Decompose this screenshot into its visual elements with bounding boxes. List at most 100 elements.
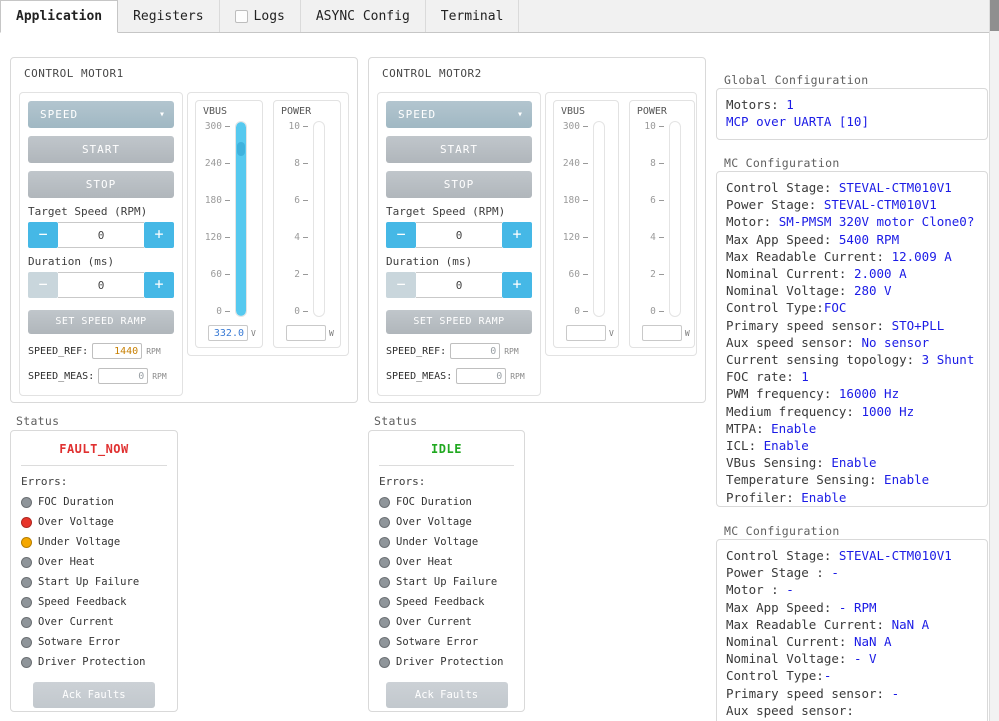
config-label: Nominal Current: <box>726 266 854 282</box>
tab-logs[interactable]: Logs <box>220 0 301 32</box>
error-label: Under Voltage <box>396 536 479 548</box>
plus-button[interactable]: + <box>144 272 174 298</box>
config-line: Control Stage: STEVAL-CTM010V1 <box>726 547 978 564</box>
tick-label: 0 <box>574 306 580 318</box>
set-speed-ramp-button[interactable]: SET SPEED RAMP <box>386 310 532 334</box>
target-speed-input[interactable] <box>58 222 144 248</box>
config-line: Nominal Voltage: - V <box>726 650 978 667</box>
mc-config2-panel: Control Stage: STEVAL-CTM010V1 Power Sta… <box>716 539 988 721</box>
gauge-ticks: 10 8 6 4 2 0 <box>278 121 308 317</box>
error-indicator <box>21 536 32 548</box>
plus-button[interactable]: + <box>502 272 532 298</box>
config-line: Max App Speed: 5400 RPM <box>726 231 978 248</box>
set-speed-ramp-button[interactable]: SET SPEED RAMP <box>28 310 174 334</box>
tab-async-config[interactable]: ASYNC Config <box>301 0 426 32</box>
mode-select[interactable]: SPEED ▾ <box>28 101 174 128</box>
tab-logs-label: Logs <box>253 8 285 24</box>
error-row: Sotware Error <box>379 632 514 652</box>
duration-stepper: − + <box>28 272 174 298</box>
config-line: Aux speed sensor: No sensor <box>726 334 978 351</box>
motor1-gauges: VBUS 300 240 180 120 60 0 332.0 V POWER … <box>187 92 349 356</box>
error-row: FOC Duration <box>21 492 167 512</box>
mcp-link[interactable]: MCP over UARTA [10] <box>726 114 869 129</box>
speed-ref-row: SPEED_REF: 0 RPM <box>386 343 532 359</box>
tab-application[interactable]: Application <box>0 0 119 33</box>
motor2-status-panel: IDLE Errors: FOC Duration Over Voltage U… <box>368 430 525 712</box>
start-button[interactable]: START <box>386 136 532 163</box>
error-row: Start Up Failure <box>21 572 167 592</box>
config-line: Nominal Current: 2.000 A <box>726 265 978 282</box>
error-indicator <box>21 576 32 588</box>
speed-meas-value: 0 <box>98 368 149 384</box>
gauge-ticks: 300 240 180 120 60 0 <box>558 121 588 317</box>
target-speed-input[interactable] <box>416 222 502 248</box>
error-row: Over Current <box>21 612 167 632</box>
tab-registers[interactable]: Registers <box>118 0 220 32</box>
tick-label: 240 <box>562 157 580 169</box>
error-indicator <box>21 636 32 648</box>
duration-input[interactable] <box>58 272 144 298</box>
mode-select-value: SPEED <box>40 108 79 121</box>
config-line: Power Stage : - <box>726 564 978 581</box>
config-value: 2.000 A <box>853 266 907 282</box>
config-label: Primary speed sensor: <box>726 685 892 701</box>
config-label: Control Type: <box>726 300 824 316</box>
config-value: - <box>891 685 900 701</box>
mode-select[interactable]: SPEED ▾ <box>386 101 532 128</box>
vertical-scrollbar[interactable] <box>989 0 999 721</box>
config-label: Motor : <box>726 582 787 598</box>
config-value: - RPM <box>838 599 877 615</box>
speed-meas-row: SPEED_MEAS: 0 RPM <box>386 368 532 384</box>
gauge-title: VBUS <box>203 106 228 117</box>
speed-ref-value: 1440 <box>92 343 143 359</box>
gauge-unit: W <box>329 328 334 338</box>
error-label: Over Heat <box>396 556 453 568</box>
gauge-value <box>641 325 682 341</box>
config-label: Max Readable Current: <box>726 248 892 264</box>
speed-ref-value: 0 <box>450 343 501 359</box>
config-line: Profiler: Enable <box>726 489 978 506</box>
error-label: FOC Duration <box>396 496 472 508</box>
start-button[interactable]: START <box>28 136 174 163</box>
config-value: 1 <box>801 369 809 385</box>
config-line: ICL: Enable <box>726 437 978 454</box>
tick-label: 300 <box>562 120 580 132</box>
global-config-panel: Motors: 1 MCP over UARTA [10] <box>716 88 988 140</box>
duration-input[interactable] <box>416 272 502 298</box>
config-value: Enable <box>763 438 809 454</box>
plus-button[interactable]: + <box>502 222 532 248</box>
ack-faults-button[interactable]: Ack Faults <box>33 682 155 708</box>
minus-button[interactable]: − <box>28 272 58 298</box>
error-indicator <box>21 516 32 528</box>
error-label: Over Voltage <box>396 516 472 528</box>
tick-label: 0 <box>294 306 300 318</box>
stop-button[interactable]: STOP <box>28 171 174 198</box>
config-value: STEVAL-CTM010V1 <box>838 548 952 563</box>
gauge-slider-handle[interactable] <box>237 142 245 156</box>
gauge-track <box>593 121 605 317</box>
config-line: Motor: SM-PMSM 320V motor Clone0? <box>726 213 978 230</box>
config-value: 5400 RPM <box>838 231 900 247</box>
error-label: Over Heat <box>38 556 95 568</box>
motor2-controls: SPEED ▾ START STOP Target Speed (RPM) − … <box>377 92 541 396</box>
divider <box>379 465 514 466</box>
vbus-gauge: VBUS 300 240 180 120 60 0 <box>553 100 619 348</box>
tab-terminal[interactable]: Terminal <box>426 0 520 32</box>
plus-button[interactable]: + <box>144 222 174 248</box>
stop-button[interactable]: STOP <box>386 171 532 198</box>
minus-button[interactable]: − <box>28 222 58 248</box>
config-value: 12.009 A <box>891 248 952 264</box>
divider <box>21 465 167 466</box>
speed-meas-row: SPEED_MEAS: 0 RPM <box>28 368 174 384</box>
minus-button[interactable]: − <box>386 272 416 298</box>
error-row: Speed Feedback <box>21 592 167 612</box>
config-label: Power Stage : <box>726 565 832 581</box>
chevron-down-icon: ▾ <box>158 109 166 120</box>
scrollbar-thumb[interactable] <box>990 0 999 31</box>
config-line: Temperature Sensing: Enable <box>726 471 978 488</box>
tick-label: 8 <box>294 157 300 169</box>
ack-faults-button[interactable]: Ack Faults <box>385 682 508 708</box>
minus-button[interactable]: − <box>386 222 416 248</box>
tick-label: 60 <box>568 269 580 281</box>
duration-label: Duration (ms) <box>28 255 115 268</box>
